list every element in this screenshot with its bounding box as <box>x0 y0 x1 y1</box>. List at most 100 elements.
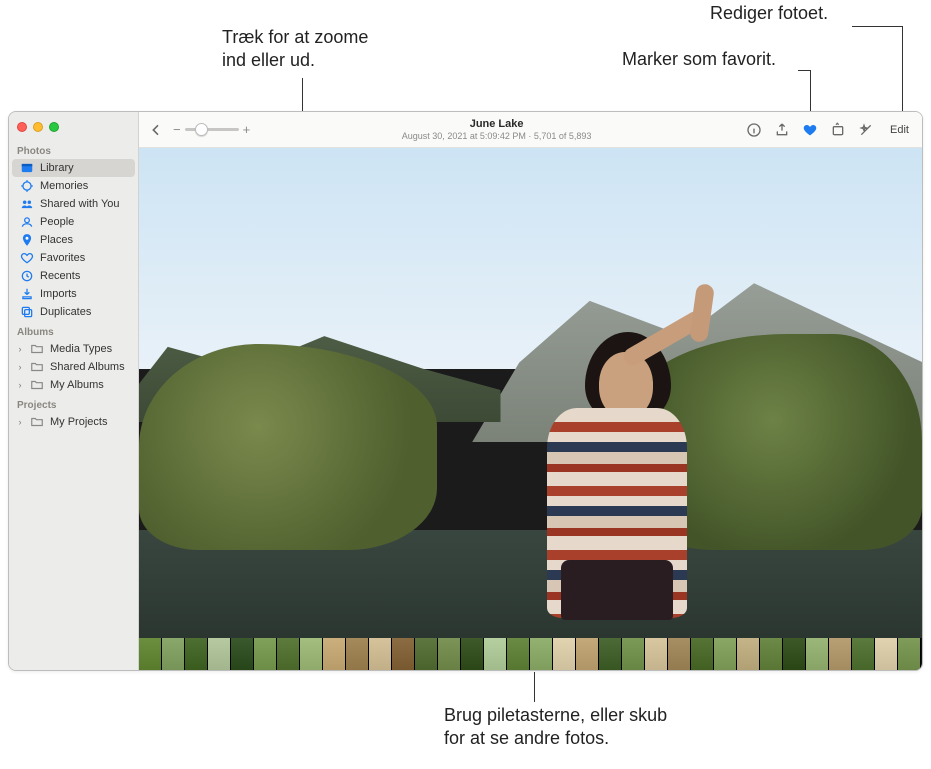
chevron-right-icon: › <box>16 417 24 427</box>
sidebar-section-albums: Albums <box>9 321 138 340</box>
thumbnail[interactable] <box>553 638 576 670</box>
thumbnail[interactable] <box>231 638 254 670</box>
zoom-track[interactable] <box>185 128 239 131</box>
thumbnail[interactable] <box>254 638 277 670</box>
callout-edit-line <box>902 26 903 118</box>
thumbnail[interactable] <box>898 638 921 670</box>
folder-icon <box>30 415 44 429</box>
sidebar-item-label: Imports <box>40 288 129 300</box>
thumbnail[interactable] <box>875 638 898 670</box>
library-icon <box>20 161 34 175</box>
sidebar-item-memories[interactable]: Memories <box>12 177 135 195</box>
fullscreen-icon[interactable] <box>49 122 59 132</box>
photo-viewer[interactable] <box>139 148 922 638</box>
zoom-in-icon: + <box>243 122 251 137</box>
sidebar-item-my-projects[interactable]: › My Projects <box>12 413 135 431</box>
sidebar-item-my-albums[interactable]: › My Albums <box>12 376 135 394</box>
recents-icon <box>20 269 34 283</box>
chevron-right-icon: › <box>16 380 24 390</box>
thumbnail[interactable] <box>438 638 461 670</box>
sidebar-item-label: Favorites <box>40 252 129 264</box>
folder-icon <box>30 378 44 392</box>
thumbnail[interactable] <box>415 638 438 670</box>
sidebar-item-media-types[interactable]: › Media Types <box>12 340 135 358</box>
zoom-slider[interactable]: − + <box>173 122 250 137</box>
main-area: − + June Lake August 30, 2021 at 5:09:42… <box>139 112 922 670</box>
favorites-icon <box>20 251 34 265</box>
sidebar: Photos Library Memories Shared with You <box>9 112 139 670</box>
chevron-right-icon: › <box>16 344 24 354</box>
rotate-button[interactable] <box>827 119 849 141</box>
sidebar-item-places[interactable]: Places <box>12 231 135 249</box>
sidebar-item-people[interactable]: People <box>12 213 135 231</box>
thumbnail[interactable] <box>185 638 208 670</box>
photos-window: Photos Library Memories Shared with You <box>8 111 923 671</box>
thumbnail[interactable] <box>806 638 829 670</box>
thumbnail[interactable] <box>599 638 622 670</box>
back-button[interactable] <box>145 119 167 141</box>
thumbnail-strip[interactable] <box>139 638 922 670</box>
thumbnail[interactable] <box>162 638 185 670</box>
thumbnail[interactable] <box>484 638 507 670</box>
info-button[interactable] <box>743 119 765 141</box>
thumbnail[interactable] <box>737 638 760 670</box>
thumbnail[interactable] <box>668 638 691 670</box>
places-icon <box>20 233 34 247</box>
body-area: Photos Library Memories Shared with You <box>9 112 922 670</box>
sidebar-item-duplicates[interactable]: Duplicates <box>12 303 135 321</box>
window-controls <box>9 116 138 140</box>
thumbnail[interactable] <box>530 638 553 670</box>
edit-button[interactable]: Edit <box>883 121 916 139</box>
memories-icon <box>20 179 34 193</box>
sidebar-item-label: Shared with You <box>40 198 129 210</box>
thumbnail[interactable] <box>714 638 737 670</box>
thumbnail[interactable] <box>691 638 714 670</box>
close-icon[interactable] <box>17 122 27 132</box>
thumbnail[interactable] <box>645 638 668 670</box>
sidebar-item-recents[interactable]: Recents <box>12 267 135 285</box>
enhance-button[interactable] <box>855 119 877 141</box>
duplicates-icon <box>20 305 34 319</box>
sidebar-item-imports[interactable]: Imports <box>12 285 135 303</box>
thumbnail[interactable] <box>369 638 392 670</box>
thumbnail[interactable] <box>323 638 346 670</box>
sidebar-item-favorites[interactable]: Favorites <box>12 249 135 267</box>
thumbnail[interactable] <box>507 638 530 670</box>
callout-zoom: Træk for at zoome ind eller ud. <box>222 26 368 73</box>
thumbnail[interactable] <box>392 638 415 670</box>
sidebar-item-label: Library <box>40 162 129 174</box>
sidebar-item-label: My Albums <box>50 379 129 391</box>
thumbnail[interactable] <box>346 638 369 670</box>
chevron-right-icon: › <box>16 362 24 372</box>
zoom-knob[interactable] <box>195 123 208 136</box>
thumbnail[interactable] <box>576 638 599 670</box>
sidebar-item-shared-albums[interactable]: › Shared Albums <box>12 358 135 376</box>
thumbnail[interactable] <box>622 638 645 670</box>
thumbnail[interactable] <box>760 638 783 670</box>
share-button[interactable] <box>771 119 793 141</box>
thumbnail[interactable] <box>829 638 852 670</box>
sidebar-item-shared[interactable]: Shared with You <box>12 195 135 213</box>
callout-favorite: Marker som favorit. <box>622 48 776 71</box>
favorite-button[interactable] <box>799 119 821 141</box>
sidebar-item-library[interactable]: Library <box>12 159 135 177</box>
thumbnail[interactable] <box>461 638 484 670</box>
callout-edit: Rediger fotoet. <box>710 2 828 25</box>
sidebar-item-label: People <box>40 216 129 228</box>
toolbar: − + June Lake August 30, 2021 at 5:09:42… <box>139 112 922 148</box>
photo-subtitle: August 30, 2021 at 5:09:42 PM · 5,701 of… <box>256 131 737 142</box>
sidebar-section-projects: Projects <box>9 394 138 413</box>
sidebar-section-photos: Photos <box>9 140 138 159</box>
folder-icon <box>30 342 44 356</box>
thumbnail[interactable] <box>300 638 323 670</box>
thumbnail[interactable] <box>852 638 875 670</box>
thumbnail[interactable] <box>277 638 300 670</box>
thumbnail[interactable] <box>208 638 231 670</box>
sidebar-item-label: Places <box>40 234 129 246</box>
minimize-icon[interactable] <box>33 122 43 132</box>
shared-icon <box>20 197 34 211</box>
photo-title: June Lake <box>256 118 737 131</box>
imports-icon <box>20 287 34 301</box>
thumbnail[interactable] <box>783 638 806 670</box>
thumbnail[interactable] <box>139 638 162 670</box>
